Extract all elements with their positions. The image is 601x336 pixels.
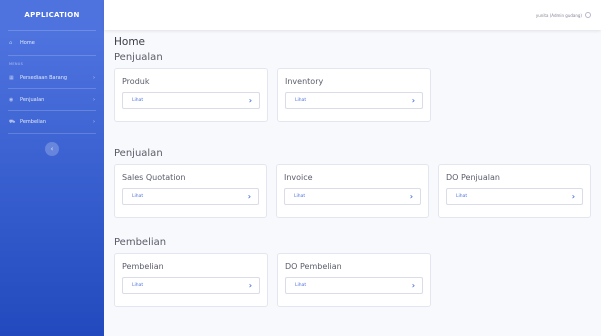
card-pembelian: Pembelian Lihat › (114, 253, 268, 307)
lihat-button[interactable]: Lihat › (122, 277, 260, 294)
chevron-right-icon: › (571, 191, 575, 201)
chevron-right-icon: › (409, 191, 413, 201)
sidebar-heading-menus: MENUS (9, 62, 24, 66)
sidebar-divider (8, 110, 96, 111)
sidebar-divider (8, 30, 96, 31)
sidebar: APPLICATION ⌂ Home MENUS ▦ Persediaan Ba… (0, 0, 104, 336)
sidebar-toggle-wrap: ‹ (0, 142, 104, 156)
sidebar-brand[interactable]: APPLICATION (0, 0, 104, 30)
lihat-button[interactable]: Lihat › (284, 188, 421, 205)
card-title: Invoice (284, 173, 313, 182)
sidebar-toggle-button[interactable]: ‹ (45, 142, 59, 156)
sidebar-divider (8, 133, 96, 134)
card-title: DO Pembelian (285, 262, 342, 271)
chevron-right-icon: › (93, 75, 95, 81)
card-title: Pembelian (122, 262, 164, 271)
lihat-button[interactable]: Lihat › (285, 277, 423, 294)
lihat-label: Lihat (456, 194, 468, 199)
lihat-label: Lihat (132, 194, 144, 199)
card-row: Sales Quotation Lihat › Invoice Lihat › … (114, 164, 591, 218)
sidebar-item-pembelian[interactable]: ⛟ Pembelian › (0, 114, 104, 130)
chevron-right-icon: › (411, 95, 415, 105)
main-content: Home Penjualan Produk Lihat › Inventory … (114, 36, 591, 307)
user-avatar-icon[interactable] (585, 12, 591, 18)
eye-icon: ◉ (9, 97, 14, 103)
sidebar-item-home[interactable]: ⌂ Home (0, 35, 104, 51)
box-icon: ▦ (9, 75, 14, 81)
card-sales-quotation: Sales Quotation Lihat › (114, 164, 267, 218)
page-title: Home (114, 36, 146, 48)
chevron-right-icon: › (411, 280, 415, 290)
chevron-right-icon: › (248, 280, 252, 290)
chevron-right-icon: › (247, 191, 251, 201)
card-title: DO Penjualan (446, 173, 500, 182)
card-do-penjualan: DO Penjualan Lihat › (438, 164, 591, 218)
card-inventory: Inventory Lihat › (277, 68, 431, 122)
card-produk: Produk Lihat › (114, 68, 268, 122)
card-row: Pembelian Lihat › DO Pembelian Lihat › (114, 253, 591, 307)
cart-icon: ⛟ (9, 118, 16, 125)
lihat-label: Lihat (132, 283, 144, 288)
lihat-button[interactable]: Lihat › (446, 188, 583, 205)
user-name[interactable]: yunita (Admin gudang) (536, 13, 582, 18)
lihat-button[interactable]: Lihat › (285, 92, 423, 109)
lihat-label: Lihat (294, 194, 306, 199)
lihat-button[interactable]: Lihat › (122, 92, 260, 109)
lihat-button[interactable]: Lihat › (122, 188, 259, 205)
sidebar-item-label: Home (20, 40, 35, 46)
card-invoice: Invoice Lihat › (276, 164, 429, 218)
card-do-pembelian: DO Pembelian Lihat › (277, 253, 431, 307)
lihat-label: Lihat (295, 98, 307, 103)
card-title: Sales Quotation (122, 173, 186, 182)
sidebar-item-label: Penjualan (20, 97, 45, 103)
chevron-right-icon: › (248, 95, 252, 105)
card-title: Produk (122, 77, 150, 86)
sidebar-item-label: Persediaan Barang (20, 75, 68, 81)
group-title: Pembelian (114, 237, 167, 248)
group-title: Penjualan (114, 148, 163, 159)
chevron-right-icon: › (93, 97, 95, 103)
group-title: Penjualan (114, 52, 163, 63)
sidebar-item-persediaan-barang[interactable]: ▦ Persediaan Barang › (0, 70, 104, 86)
card-row: Produk Lihat › Inventory Lihat › (114, 68, 591, 122)
home-icon: ⌂ (9, 40, 13, 46)
chevron-right-icon: › (93, 119, 95, 125)
sidebar-item-penjualan[interactable]: ◉ Penjualan › (0, 92, 104, 108)
sidebar-item-label: Pembelian (20, 119, 47, 125)
sidebar-divider (8, 88, 96, 89)
topbar: yunita (Admin gudang) (104, 0, 601, 30)
lihat-label: Lihat (132, 98, 144, 103)
lihat-label: Lihat (295, 283, 307, 288)
card-title: Inventory (285, 77, 324, 86)
